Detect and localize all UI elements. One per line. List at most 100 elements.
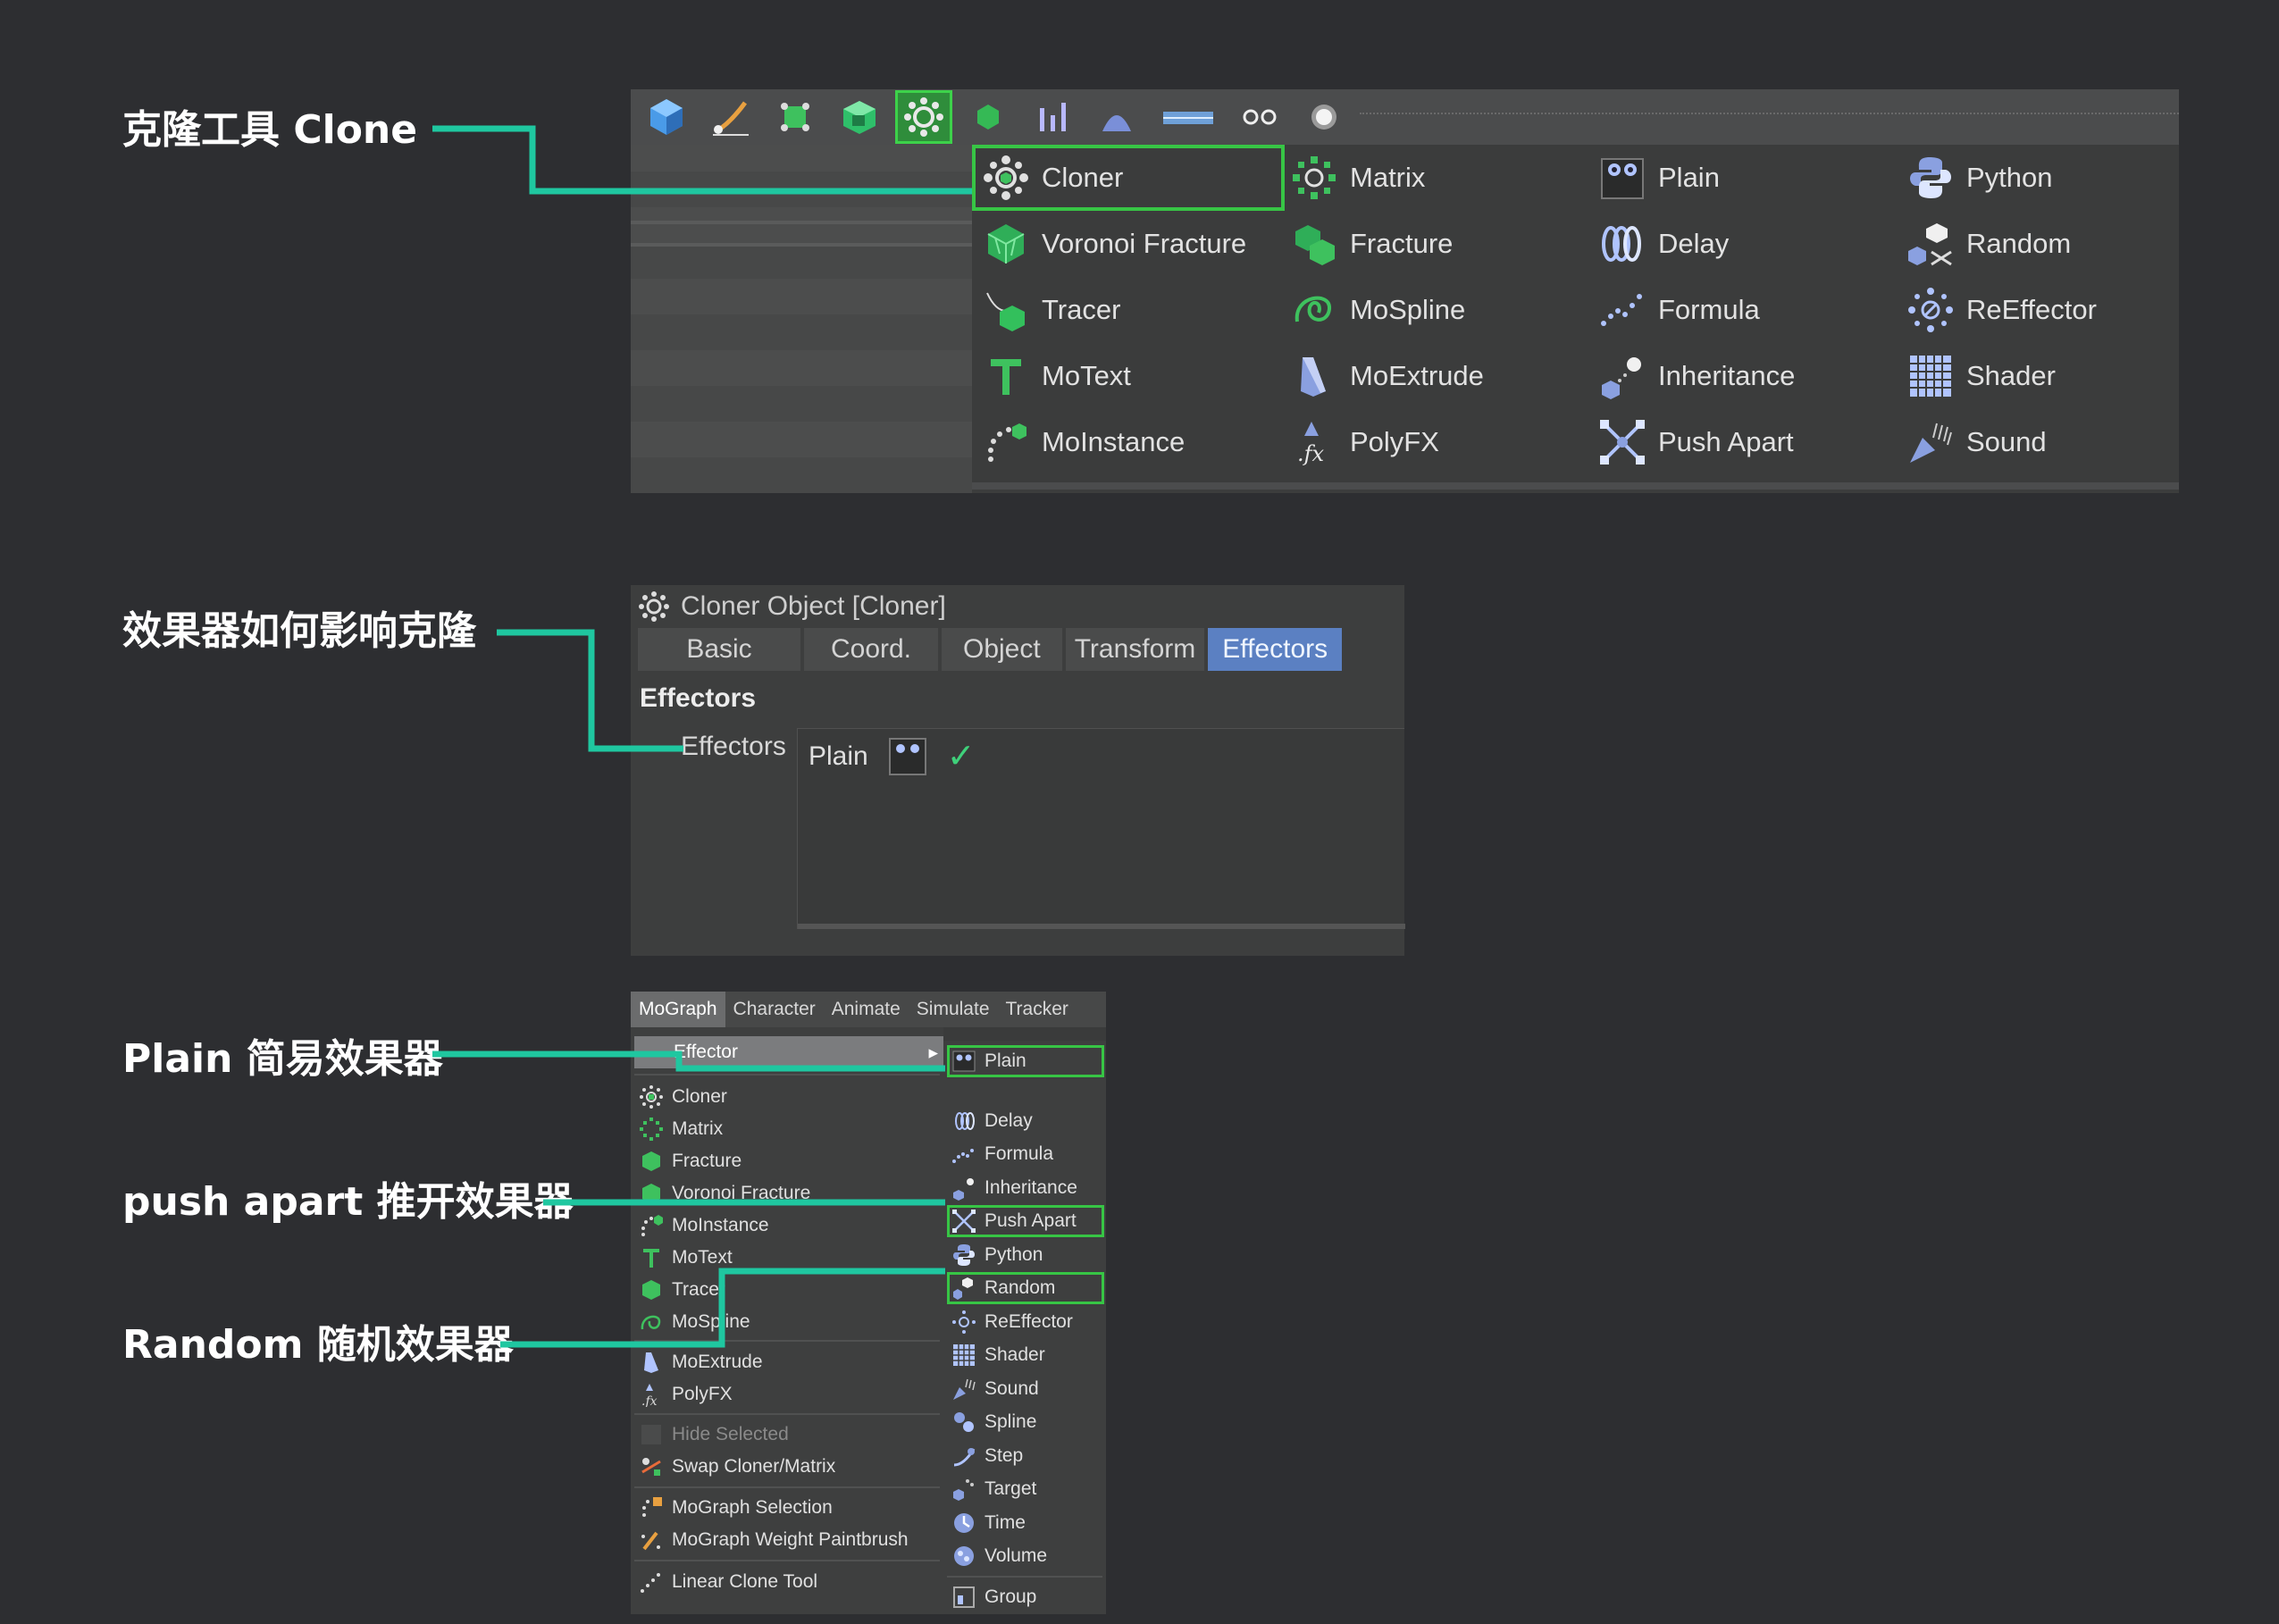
menu-item-formula[interactable]: Formula (947, 1138, 1104, 1170)
menu-item-delay[interactable]: Delay (947, 1105, 1104, 1137)
tab-coord[interactable]: Coord. (804, 628, 938, 671)
tab-effectors[interactable]: Effectors (1208, 628, 1343, 671)
menu-item-voronoi-fracture[interactable]: Voronoi Fracture (972, 211, 1280, 277)
menu-item-tracer[interactable]: Tracer (972, 277, 1280, 343)
cloner-icon[interactable] (895, 90, 952, 144)
grid-icon[interactable] (1152, 90, 1224, 144)
menu-item-shader[interactable]: Shader (1897, 343, 2205, 409)
light-icon[interactable] (1295, 90, 1353, 144)
menu-item-target[interactable]: Target (947, 1473, 1104, 1505)
annotation-effectors-how: 效果器如何影响克隆 (122, 608, 476, 654)
matrix-icon (638, 1116, 665, 1143)
cube-icon[interactable] (638, 90, 695, 144)
box-icon[interactable] (831, 90, 888, 144)
viewport-bar (631, 221, 972, 224)
menu-item-label: MoInstance (672, 1215, 769, 1235)
tab-basic[interactable]: Basic (638, 628, 800, 671)
menu-item-python[interactable]: Python (1897, 145, 2205, 211)
menu-item-spline[interactable]: Spline (947, 1406, 1104, 1438)
linear-icon (638, 1569, 665, 1595)
menu-item-push-apart[interactable]: Push Apart (947, 1205, 1104, 1237)
menu-mograph[interactable]: MoGraph (631, 992, 725, 1027)
menu-item-fracture[interactable]: Fracture (1280, 211, 1588, 277)
enabled-checkmark-icon[interactable]: ✓ (947, 736, 976, 776)
viewport-bar (631, 243, 972, 247)
deformer-icon[interactable] (1088, 90, 1145, 144)
menu-item-inheritance[interactable]: Inheritance (947, 1172, 1104, 1204)
menu-item-label: Delay (984, 1109, 1033, 1131)
menu-item-matrix[interactable]: Matrix (634, 1113, 938, 1145)
menu-item-mospline[interactable]: MoSpline (1280, 277, 1588, 343)
menu-item-inheritance[interactable]: Inheritance (1588, 343, 1897, 409)
menu-item-label: Tracer (1042, 294, 1121, 325)
menu-item-mospline[interactable]: MoSpline (634, 1306, 938, 1338)
menu-item-time[interactable]: Time (947, 1507, 1104, 1539)
swap-icon (638, 1453, 665, 1480)
effectors-list[interactable]: Plain ✓ (797, 728, 1405, 929)
menu-item-linear-clone-tool[interactable]: Linear Clone Tool (634, 1566, 938, 1598)
menu-item-label: Spline (984, 1411, 1037, 1432)
menu-item-reeffector[interactable]: ReEffector (1897, 277, 2205, 343)
menu-item-moextrude[interactable]: MoExtrude (634, 1346, 938, 1378)
menu-item-moinstance[interactable]: MoInstance (634, 1210, 938, 1242)
menu-item-fracture[interactable]: Fracture (634, 1145, 938, 1177)
cloner-icon (638, 1084, 665, 1110)
menu-item-moextrude[interactable]: MoExtrude (1280, 343, 1588, 409)
menu-simulate[interactable]: Simulate (909, 992, 998, 1027)
menu-item-label: Formula (1658, 294, 1760, 325)
menu-item-push-apart[interactable]: Push Apart (1588, 409, 1897, 475)
spline-cube-icon[interactable] (767, 90, 824, 144)
menu-item-delay[interactable]: Delay (1588, 211, 1897, 277)
menu-item-label: Volume (984, 1545, 1048, 1566)
python-icon (1906, 153, 1956, 203)
menu-item-sound[interactable]: Sound (1897, 409, 2205, 475)
sound-icon (951, 1376, 977, 1402)
menu-animate[interactable]: Animate (824, 992, 909, 1027)
menu-item-shader[interactable]: Shader (947, 1339, 1104, 1371)
small-cube-icon[interactable] (959, 90, 1017, 144)
menu-item-polyfx[interactable]: .fx PolyFX (634, 1378, 938, 1411)
menu-item-moinstance[interactable]: MoInstance (972, 409, 1280, 475)
menu-tracker[interactable]: Tracker (998, 992, 1077, 1027)
menu-item-label: Cloner (672, 1086, 727, 1107)
menu-item-volume[interactable]: Volume (947, 1540, 1104, 1572)
menu-item-label: Swap Cloner/Matrix (672, 1456, 836, 1477)
menu-item-python[interactable]: Python (947, 1239, 1104, 1271)
menu-item-random[interactable]: Random (947, 1272, 1104, 1304)
pen-icon[interactable] (702, 90, 759, 144)
menu-item-step[interactable]: Step (947, 1440, 1104, 1472)
inheritance-icon (1597, 351, 1647, 401)
tab-object[interactable]: Object (942, 628, 1062, 671)
menu-item-label: Random (984, 1277, 1056, 1298)
menu-item-sound[interactable]: Sound (947, 1373, 1104, 1405)
tab-transform[interactable]: Transform (1065, 628, 1205, 671)
menu-item-mograph-selection[interactable]: MoGraph Selection (634, 1492, 938, 1524)
annotation-random: Random 随机效果器 (122, 1322, 514, 1368)
menu-item-plain[interactable]: Plain (947, 1045, 1104, 1077)
bars-icon[interactable] (1024, 90, 1081, 144)
menu-item-label: Voronoi Fracture (672, 1183, 811, 1203)
menu-item-voronoi-fracture[interactable]: Voronoi Fracture (634, 1177, 938, 1210)
menu-item-effector[interactable]: Effector ▸ (634, 1036, 943, 1068)
list-scrollbar[interactable] (798, 924, 1405, 929)
mograph-menu-panel: MoGraph Character Animate Simulate Track… (631, 992, 1106, 1614)
menu-item-motext[interactable]: MoText (972, 343, 1280, 409)
menu-item-label: Push Apart (984, 1210, 1077, 1231)
menu-item-swap-cloner-matrix[interactable]: Swap Cloner/Matrix (634, 1451, 938, 1483)
menu-item-reeffector[interactable]: ReEffector (947, 1306, 1104, 1338)
menu-item-matrix[interactable]: Matrix (1280, 145, 1588, 211)
menu-item-formula[interactable]: Formula (1588, 277, 1897, 343)
menu-item-cloner[interactable]: Cloner (634, 1081, 938, 1113)
effector-entry-plain[interactable]: Plain ✓ (809, 736, 976, 776)
menu-item-mograph-weight-paintbrush[interactable]: MoGraph Weight Paintbrush (634, 1524, 938, 1556)
menu-item-plain[interactable]: Plain (1588, 145, 1897, 211)
menu-item-polyfx[interactable]: .fx PolyFX (1280, 409, 1588, 475)
menu-item-tracer[interactable]: Tracer (634, 1274, 938, 1306)
menu-item-group[interactable]: Group (947, 1581, 1104, 1613)
menu-item-label: MoGraph Selection (672, 1497, 833, 1518)
menu-item-motext[interactable]: MoText (634, 1242, 938, 1274)
menu-item-random[interactable]: Random (1897, 211, 2205, 277)
menu-item-cloner[interactable]: Cloner (972, 145, 1285, 211)
glasses-icon[interactable] (1231, 90, 1288, 144)
menu-character[interactable]: Character (725, 992, 824, 1027)
